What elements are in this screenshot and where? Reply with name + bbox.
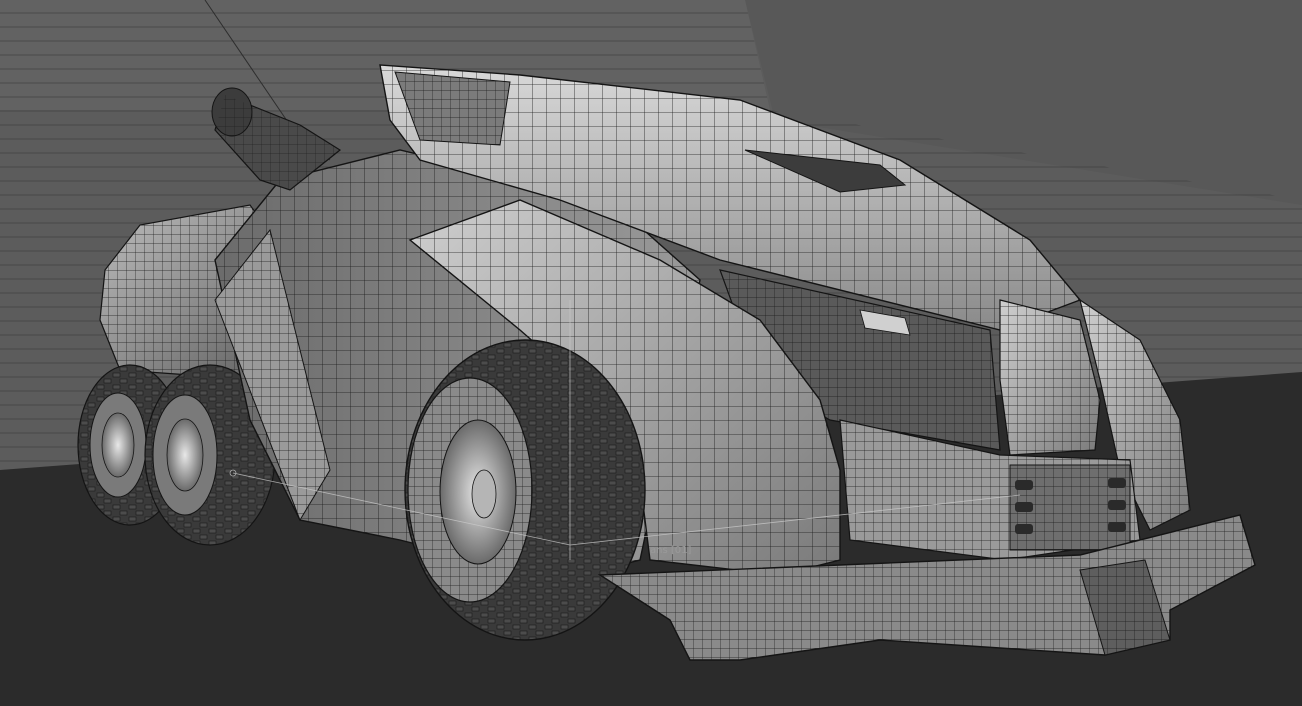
front-wheel — [404, 339, 646, 641]
3d-viewport[interactable]: ans [01] — [0, 0, 1302, 706]
wireframe-scene[interactable] — [0, 0, 1302, 706]
